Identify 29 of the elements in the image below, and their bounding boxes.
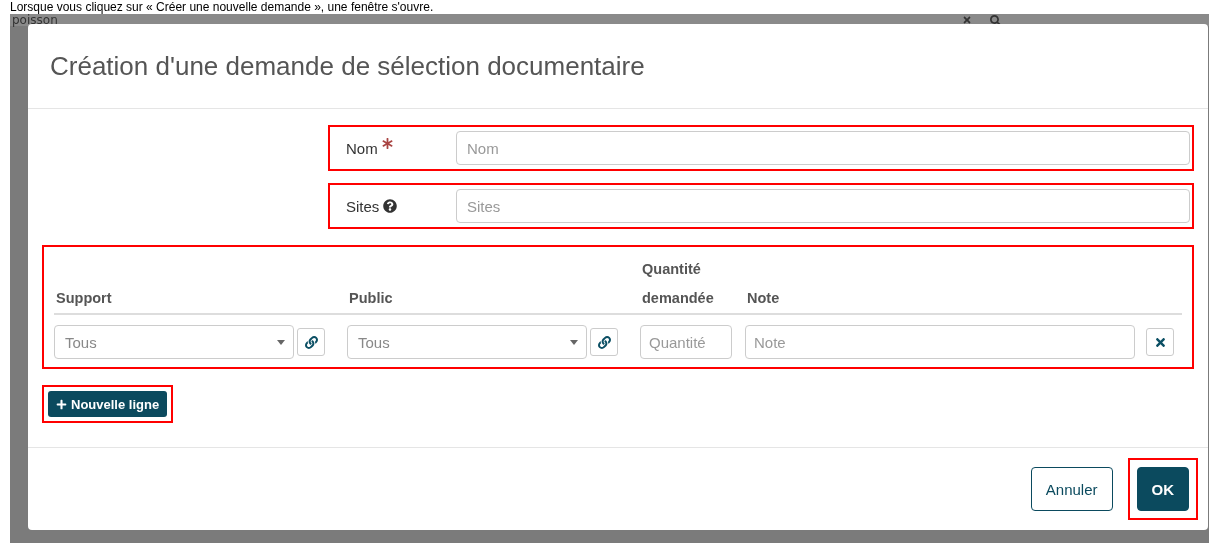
search-icon	[990, 14, 1001, 26]
link-icon	[597, 335, 611, 349]
add-line-button[interactable]: Nouvelle ligne	[48, 391, 168, 417]
dialog-title: Création d'une demande de sélection documentaire	[50, 50, 645, 82]
link-button[interactable]	[590, 328, 618, 356]
input-field[interactable]: Sites	[456, 189, 1190, 223]
plus-icon	[56, 398, 67, 410]
field-label: Nom	[346, 139, 378, 157]
quantity-field[interactable]: Quantité	[640, 325, 732, 359]
link-icon	[304, 335, 318, 349]
column-header: Public	[348, 289, 394, 308]
input-field[interactable]: Nom	[456, 131, 1190, 165]
note-field[interactable]: Note	[745, 325, 1135, 359]
caret-icon	[277, 339, 285, 345]
link-button[interactable]	[297, 328, 325, 356]
select-field[interactable]: Tous	[54, 325, 294, 359]
delete-button[interactable]	[1146, 328, 1174, 356]
cancel-button[interactable]: Annuler	[1030, 467, 1113, 511]
close-icon	[962, 15, 972, 25]
background-search-text: poisson	[12, 14, 59, 26]
column-header: Support	[55, 289, 113, 308]
ok-button[interactable]: OK	[1136, 467, 1189, 511]
column-header: Quantité demandée	[641, 260, 715, 308]
field-label: Sites	[346, 197, 380, 215]
caption-text: Lorsque vous cliquez sur « Créer une nouvelle demande », une fenêtre s'ouvre.	[9, 0, 435, 14]
select-field[interactable]: Tous	[347, 325, 587, 359]
caret-icon	[570, 339, 578, 345]
column-header: Note	[746, 289, 781, 308]
close-icon	[1153, 335, 1167, 349]
